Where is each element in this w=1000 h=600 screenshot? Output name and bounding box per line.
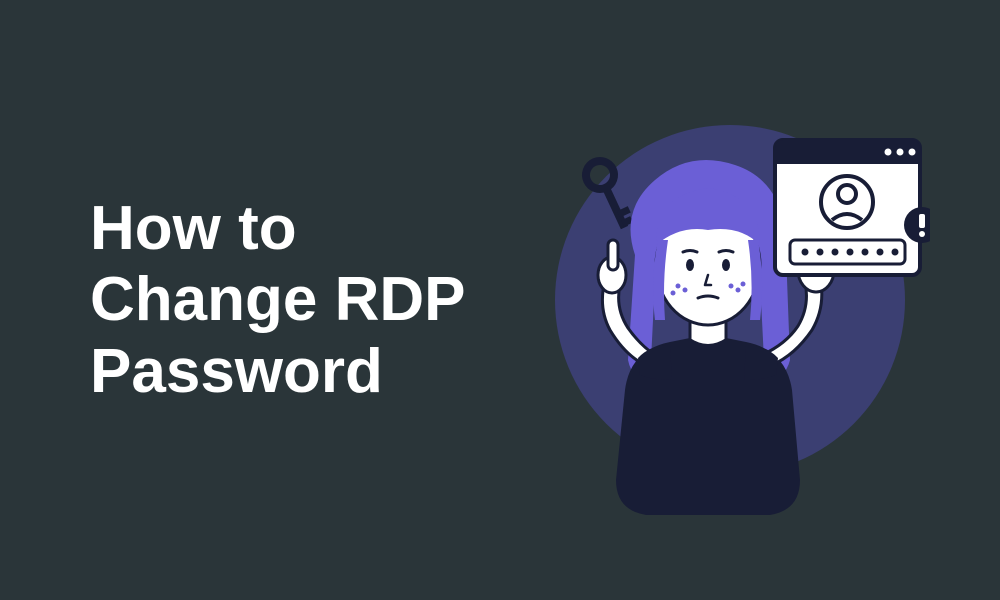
login-window-icon — [775, 140, 920, 275]
hero-illustration — [490, 80, 930, 520]
page-title: How to Change RDP Password — [90, 193, 490, 407]
